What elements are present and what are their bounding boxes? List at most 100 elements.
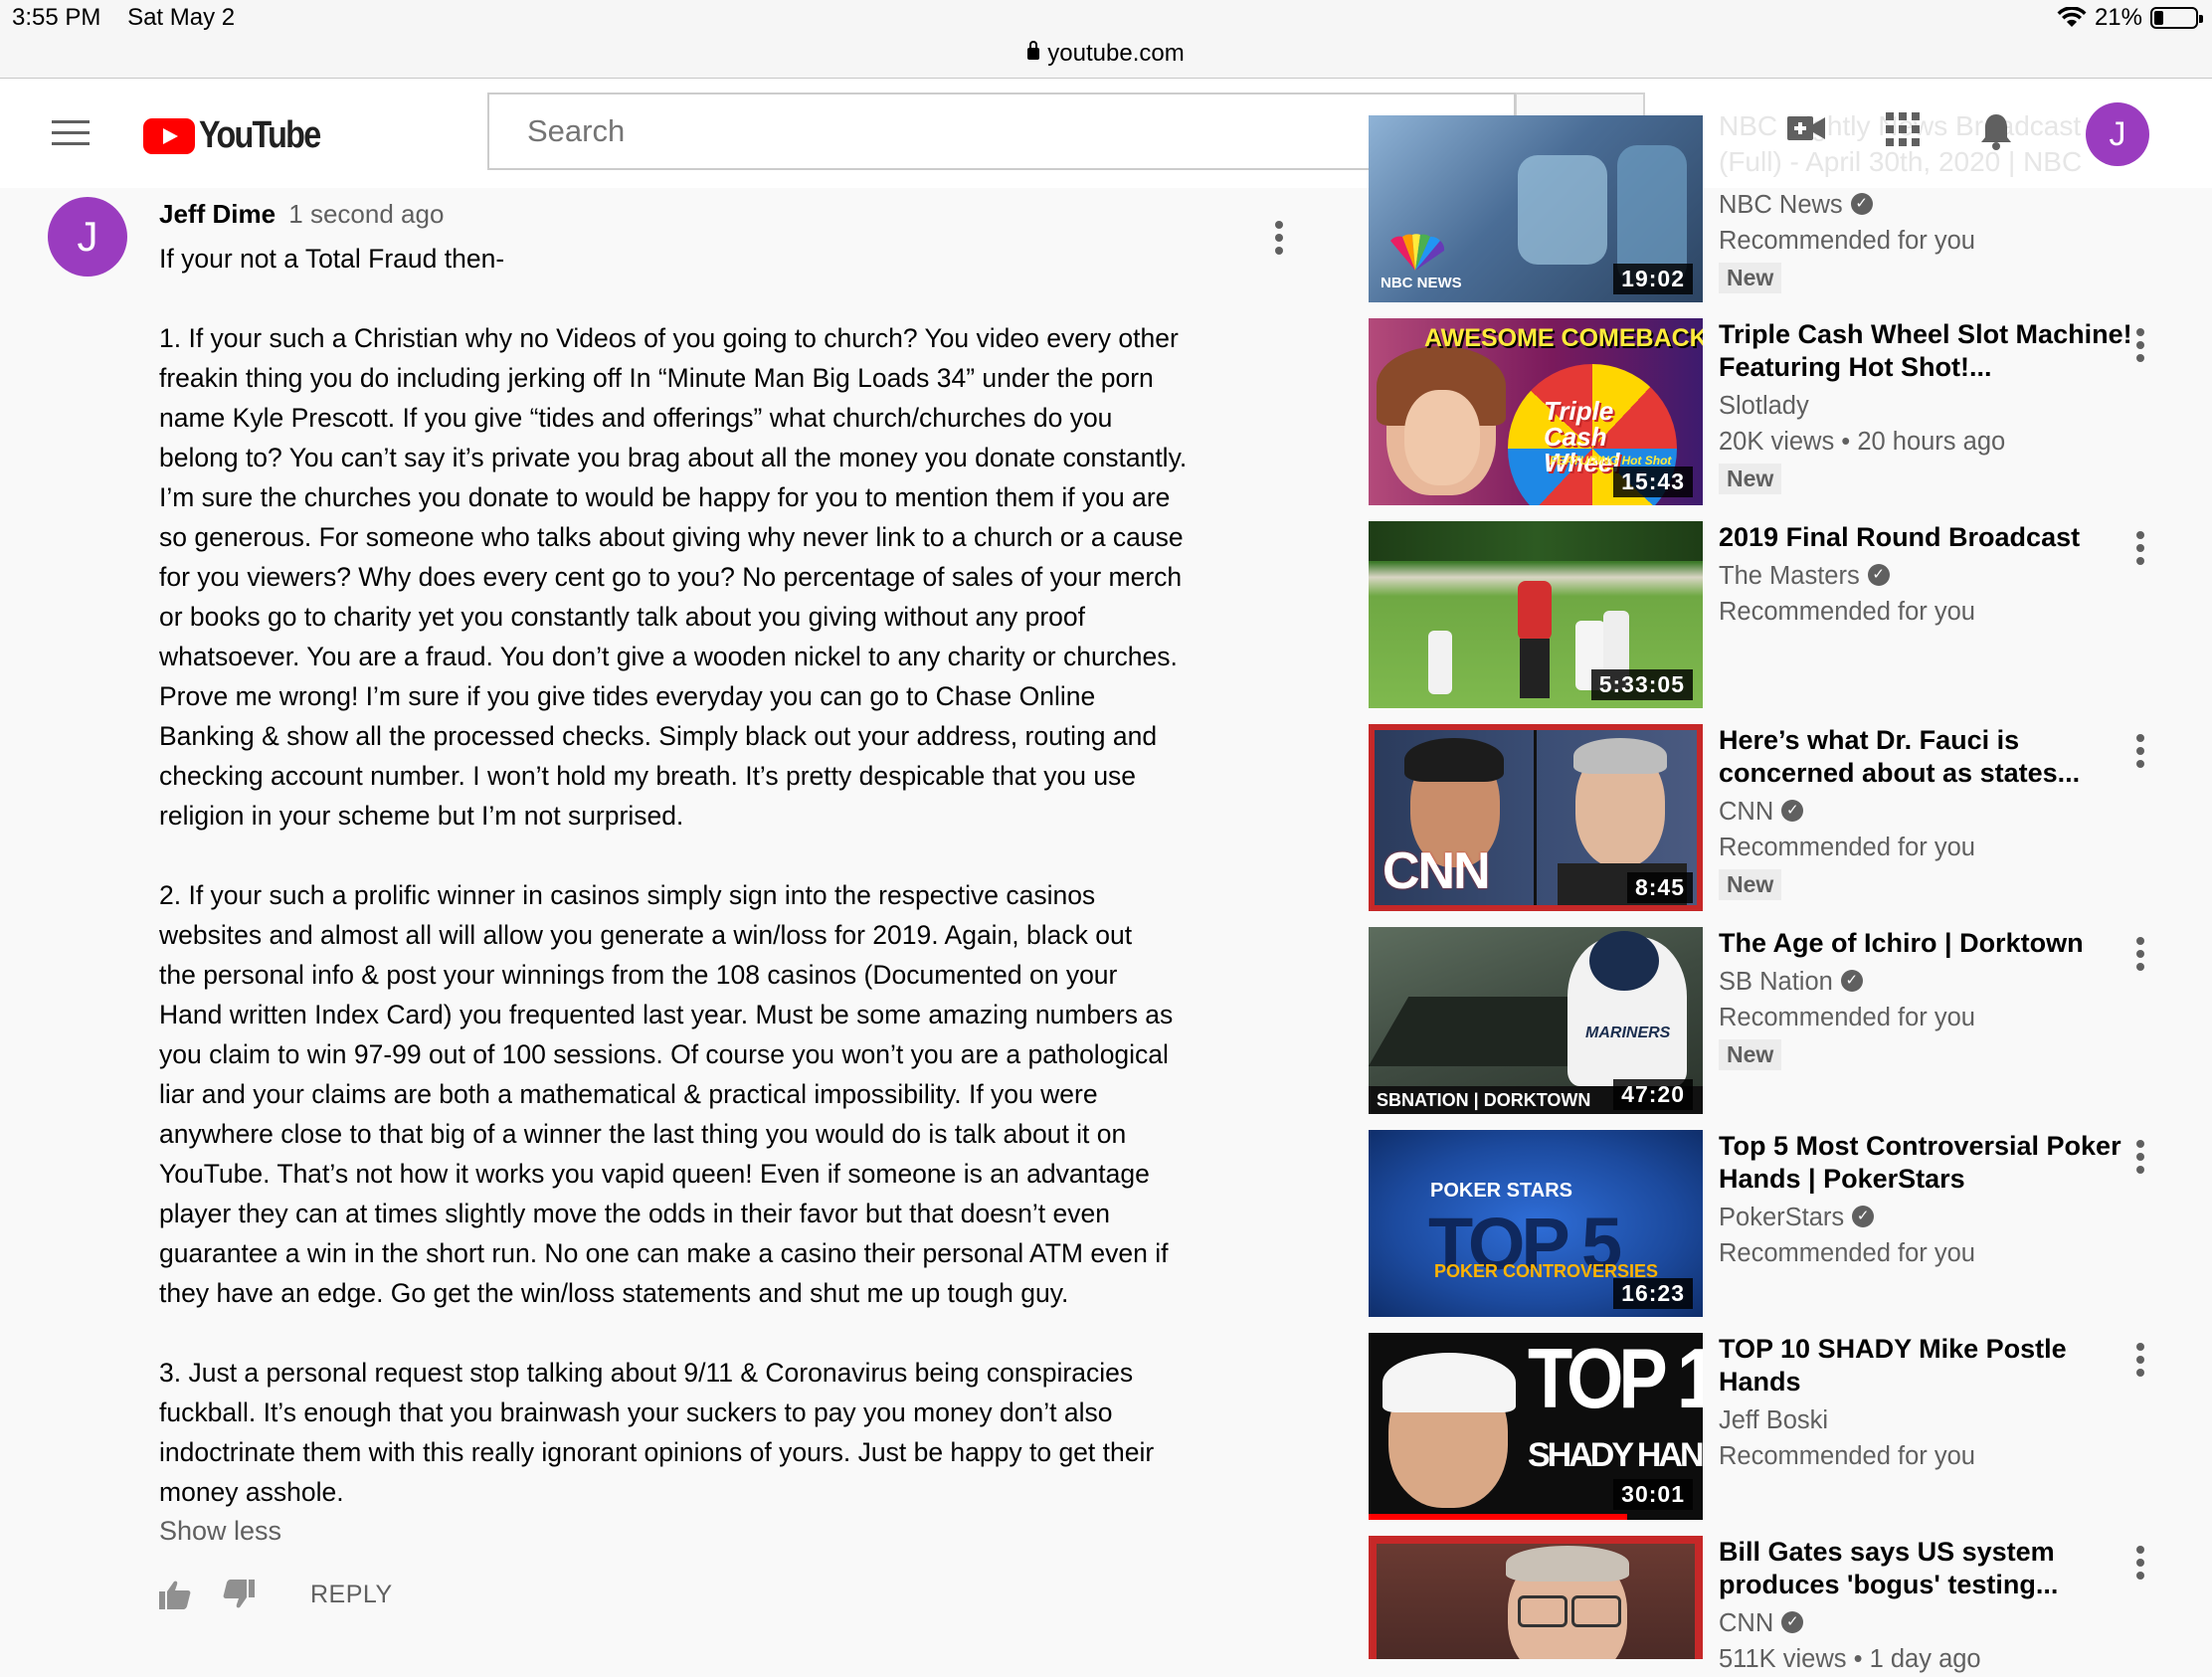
video-channel[interactable]: Jeff Boski bbox=[1719, 1402, 2136, 1438]
youtube-logo[interactable]: YouTube bbox=[143, 114, 341, 157]
video-more-icon[interactable] bbox=[2136, 1140, 2144, 1179]
video-title[interactable]: 2019 Final Round Broadcast bbox=[1719, 521, 2136, 554]
video-duration: 19:02 bbox=[1613, 264, 1693, 294]
video-item[interactable]: AWESOME COMEBACK! Triple Cash Wheel FEAT… bbox=[1369, 318, 2194, 505]
new-badge: New bbox=[1719, 263, 1782, 293]
verified-check-icon: ✓ bbox=[1867, 564, 1890, 587]
comment-paragraph: 3. Just a personal request stop talking … bbox=[159, 1358, 1155, 1507]
video-meta: Recommended for you bbox=[1719, 227, 1975, 255]
video-title[interactable]: The Age of Ichiro | Dorktown bbox=[1719, 927, 2136, 960]
wifi-icon bbox=[2057, 7, 2087, 27]
video-thumbnail[interactable]: CNN 8:45 bbox=[1369, 724, 1703, 911]
youtube-play-icon bbox=[143, 117, 195, 154]
comment-author-avatar[interactable]: J bbox=[48, 197, 127, 277]
search-input[interactable] bbox=[525, 112, 1424, 150]
thumb-caption: SBNATION | DORKTOWN bbox=[1377, 1090, 1591, 1110]
video-duration: 16:23 bbox=[1613, 1278, 1693, 1309]
video-more-icon[interactable] bbox=[2136, 531, 2144, 570]
thumb-caption: TOP 10 bbox=[1528, 1333, 1703, 1426]
video-channel[interactable]: PokerStars ✓ bbox=[1719, 1200, 2136, 1235]
url-bar[interactable]: youtube.com bbox=[0, 40, 2212, 79]
video-title[interactable]: Triple Cash Wheel Slot Machine! Featurin… bbox=[1719, 318, 2136, 384]
show-less-link[interactable]: Show less bbox=[159, 1516, 281, 1547]
verified-check-icon: ✓ bbox=[1850, 193, 1873, 216]
video-duration: 8:45 bbox=[1626, 872, 1693, 903]
video-item[interactable]: 5:33:05 2019 Final Round Broadcast The M… bbox=[1369, 521, 2194, 708]
comment-more-icon[interactable] bbox=[1275, 221, 1285, 260]
comment-header: Jeff Dime 1 second ago bbox=[159, 199, 444, 230]
comment-text: If your not a Total Fraud then- 1. If yo… bbox=[159, 239, 1253, 1552]
video-info: Top 5 Most Controversial Poker Hands | P… bbox=[1719, 1130, 2136, 1271]
video-title[interactable]: Here’s what Dr. Fauci is concerned about… bbox=[1719, 724, 2136, 790]
thumb-caption: NBC NEWS bbox=[1381, 275, 1462, 291]
verified-check-icon: ✓ bbox=[1852, 1206, 1875, 1228]
video-channel[interactable]: The Masters ✓ bbox=[1719, 558, 2136, 594]
new-badge: New bbox=[1719, 1039, 1782, 1070]
status-date: Sat May 2 bbox=[127, 4, 236, 31]
status-time: 3:55 PM bbox=[12, 4, 101, 31]
video-channel[interactable]: CNN ✓ bbox=[1719, 1605, 2136, 1641]
video-meta: Recommended for you bbox=[1719, 1239, 1975, 1267]
video-thumbnail[interactable]: NBC NEWS 19:02 bbox=[1369, 115, 1703, 302]
video-info: NBC News ✓ Recommended for you New bbox=[1719, 183, 2136, 293]
video-more-icon[interactable] bbox=[2136, 1343, 2144, 1382]
video-more-icon[interactable] bbox=[2136, 734, 2144, 773]
video-item[interactable]: TOP 10 SHADY HANDS 30:01 TOP 10 SHADY Mi… bbox=[1369, 1333, 2194, 1520]
video-meta: 511K views • 1 day ago bbox=[1719, 1645, 1981, 1673]
video-title[interactable]: Bill Gates says US system produces 'bogu… bbox=[1719, 1536, 2136, 1601]
video-meta: Recommended for you bbox=[1719, 598, 1975, 626]
video-title[interactable]: Top 5 Most Controversial Poker Hands | P… bbox=[1719, 1130, 2136, 1196]
video-thumbnail[interactable]: MARINERS SBNATION | DORKTOWN 47:20 bbox=[1369, 927, 1703, 1114]
video-meta: 20K views • 20 hours ago bbox=[1719, 428, 2006, 456]
video-meta: Recommended for you bbox=[1719, 1442, 1975, 1470]
video-channel[interactable]: NBC News ✓ bbox=[1719, 187, 2136, 223]
thumb-caption: MARINERS bbox=[1585, 1025, 1671, 1041]
thumbs-down-icon[interactable] bbox=[223, 1580, 255, 1609]
video-duration: 30:01 bbox=[1613, 1479, 1693, 1510]
video-thumbnail[interactable] bbox=[1369, 1536, 1703, 1659]
battery-percent: 21% bbox=[2094, 4, 2142, 31]
verified-check-icon: ✓ bbox=[1840, 970, 1863, 993]
video-info: Triple Cash Wheel Slot Machine! Featurin… bbox=[1719, 318, 2136, 494]
video-thumbnail[interactable]: 5:33:05 bbox=[1369, 521, 1703, 708]
thumb-caption: SHADY HANDS bbox=[1528, 1436, 1703, 1474]
video-item[interactable]: Bill Gates says US system produces 'bogu… bbox=[1369, 1536, 2194, 1673]
comment-paragraph: If your not a Total Fraud then- bbox=[159, 244, 505, 274]
video-more-icon[interactable] bbox=[2136, 937, 2144, 976]
video-more-icon[interactable] bbox=[2136, 1546, 2144, 1584]
verified-check-icon: ✓ bbox=[1781, 800, 1804, 823]
status-bar: 3:55 PM Sat May 2 21% bbox=[0, 0, 2212, 40]
video-item[interactable]: POKER STARS TOP 5 POKER CONTROVERSIES 16… bbox=[1369, 1130, 2194, 1317]
menu-icon[interactable] bbox=[52, 120, 90, 146]
comment-time[interactable]: 1 second ago bbox=[288, 199, 444, 229]
video-info: The Age of Ichiro | Dorktown SB Nation ✓ … bbox=[1719, 927, 2136, 1070]
video-channel[interactable]: Slotlady bbox=[1719, 388, 2136, 424]
search-box[interactable] bbox=[487, 93, 1516, 170]
video-title[interactable]: TOP 10 SHADY Mike Postle Hands bbox=[1719, 1333, 2136, 1398]
video-meta: Recommended for you bbox=[1719, 1004, 1975, 1031]
video-info: Here’s what Dr. Fauci is concerned about… bbox=[1719, 724, 2136, 900]
new-badge: New bbox=[1719, 869, 1782, 900]
url-text: youtube.com bbox=[1047, 40, 1185, 67]
video-thumbnail[interactable]: TOP 10 SHADY HANDS 30:01 bbox=[1369, 1333, 1703, 1520]
reply-button[interactable]: REPLY bbox=[310, 1581, 393, 1609]
video-thumbnail[interactable]: AWESOME COMEBACK! Triple Cash Wheel FEAT… bbox=[1369, 318, 1703, 505]
video-duration: 47:20 bbox=[1613, 1079, 1693, 1110]
youtube-wordmark: YouTube bbox=[199, 114, 321, 156]
thumb-caption: FEATURING Hot Shot bbox=[1550, 454, 1672, 467]
video-item[interactable]: CNN 8:45 Here’s what Dr. Fauci is concer… bbox=[1369, 724, 2194, 911]
thumbs-up-icon[interactable] bbox=[159, 1580, 191, 1609]
video-duration: 5:33:05 bbox=[1590, 669, 1693, 700]
comment-author[interactable]: Jeff Dime bbox=[159, 199, 276, 229]
video-info: Bill Gates says US system produces 'bogu… bbox=[1719, 1536, 2136, 1677]
video-channel[interactable]: SB Nation ✓ bbox=[1719, 964, 2136, 1000]
comment-paragraph: 2. If your such a prolific winner in cas… bbox=[159, 880, 1174, 1308]
verified-check-icon: ✓ bbox=[1781, 1611, 1804, 1634]
video-item[interactable]: MARINERS SBNATION | DORKTOWN 47:20 The A… bbox=[1369, 927, 2194, 1114]
new-badge: New bbox=[1719, 464, 1782, 494]
video-more-icon[interactable] bbox=[2136, 328, 2144, 367]
video-channel[interactable]: CNN ✓ bbox=[1719, 794, 2136, 830]
video-thumbnail[interactable]: POKER STARS TOP 5 POKER CONTROVERSIES 16… bbox=[1369, 1130, 1703, 1317]
video-item[interactable]: NBC NEWS 19:02 NBC News ✓ Recommended for… bbox=[1369, 115, 2194, 302]
video-info: 2019 Final Round Broadcast The Masters ✓ … bbox=[1719, 521, 2136, 630]
